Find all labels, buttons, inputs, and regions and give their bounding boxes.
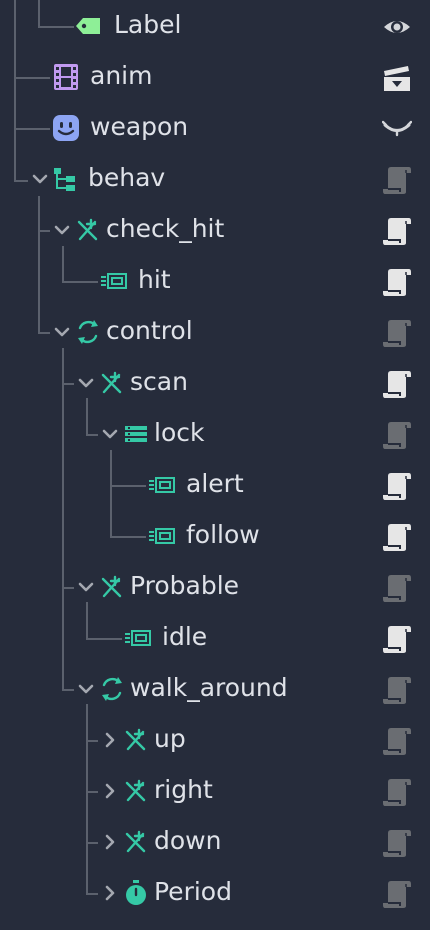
script-icon[interactable] [382,165,412,195]
script-icon[interactable] [382,318,412,348]
tree-node-label: Probable [130,571,240,600]
chevron-down-icon[interactable] [52,322,72,342]
tree-node-weapon[interactable]: weapon [0,102,430,153]
tree-node-behav[interactable]: behav [0,153,430,204]
script-icon[interactable] [382,675,412,705]
clapperboard-icon[interactable] [382,63,412,93]
condition-cross-icon [122,828,150,856]
chevron-right-icon[interactable] [100,883,120,903]
script-icon[interactable] [382,522,412,552]
tree-node-label: weapon [90,112,189,141]
script-icon[interactable] [382,828,412,858]
tree-node-label: down [154,826,222,855]
script-icon[interactable] [382,420,412,450]
tree-node-label: Label [114,10,182,39]
visibility-closed-icon[interactable] [381,114,413,144]
tree-node-label[interactable]: Label [0,0,430,51]
script-icon[interactable] [382,216,412,246]
script-icon[interactable] [382,369,412,399]
script-icon[interactable] [382,267,412,297]
tree-node-label: lock [154,418,205,447]
tree-node-probable[interactable]: Probable [0,561,430,612]
sequence-list-icon [122,420,150,448]
tree-node-hit[interactable]: hit [0,255,430,306]
script-icon[interactable] [382,573,412,603]
chevron-down-icon[interactable] [52,220,72,240]
tree-node-label: up [154,724,186,753]
chevron-right-icon[interactable] [100,781,120,801]
tree-hierarchy-icon [52,165,80,193]
condition-cross-icon [122,726,150,754]
tree-node-idle[interactable]: idle [0,612,430,663]
tree-node-label: Period [154,877,232,906]
chevron-down-icon[interactable] [100,424,120,444]
action-box-icon [148,522,176,550]
tree-node-lock[interactable]: lock [0,408,430,459]
chevron-right-icon[interactable] [100,832,120,852]
chevron-down-icon[interactable] [76,679,96,699]
tree-node-label: scan [130,367,188,396]
tree-node-label: check_hit [106,214,225,243]
tree-node-label: right [154,775,213,804]
condition-cross-icon [122,777,150,805]
visibility-eye-icon[interactable] [382,12,412,42]
tree-node-anim[interactable]: anim [0,51,430,102]
tree-node-label: hit [138,265,171,294]
tree-node-label: anim [90,61,153,90]
tree-node-control[interactable]: control [0,306,430,357]
condition-cross-icon [74,216,102,244]
tree-node-up[interactable]: up [0,714,430,765]
tree-node-alert[interactable]: alert [0,459,430,510]
condition-cross-icon [98,573,126,601]
tree-node-label: follow [186,520,260,549]
label-tag-icon [74,12,102,40]
tree-node-label: alert [186,469,244,498]
chevron-down-icon[interactable] [76,577,96,597]
scene-tree: Label anim weapon behav check_hithit control s… [0,0,430,930]
chevron-down-icon[interactable] [76,373,96,393]
script-icon[interactable] [382,624,412,654]
chevron-down-icon[interactable] [30,169,50,189]
tree-node-right[interactable]: right [0,765,430,816]
tree-node-down[interactable]: down [0,816,430,867]
face-sprite-icon [52,114,80,142]
tree-node-label: control [106,316,193,345]
loop-refresh-icon [74,318,102,346]
tree-node-check-hit[interactable]: check_hit [0,204,430,255]
script-icon[interactable] [382,471,412,501]
chevron-right-icon[interactable] [100,730,120,750]
action-box-icon [148,471,176,499]
action-box-icon [100,267,128,295]
tree-node-period[interactable]: Period [0,867,430,918]
loop-refresh-icon [98,675,126,703]
action-box-icon [124,624,152,652]
script-icon[interactable] [382,879,412,909]
tree-node-label: behav [88,163,166,192]
tree-node-label: idle [162,622,208,651]
script-icon[interactable] [382,726,412,756]
tree-node-follow[interactable]: follow [0,510,430,561]
tree-node-walk-around[interactable]: walk_around [0,663,430,714]
condition-cross-icon [98,369,126,397]
animation-film-icon [52,63,80,91]
timer-stopwatch-icon [122,879,150,907]
tree-node-scan[interactable]: scan [0,357,430,408]
tree-node-label: walk_around [130,673,288,702]
script-icon[interactable] [382,777,412,807]
